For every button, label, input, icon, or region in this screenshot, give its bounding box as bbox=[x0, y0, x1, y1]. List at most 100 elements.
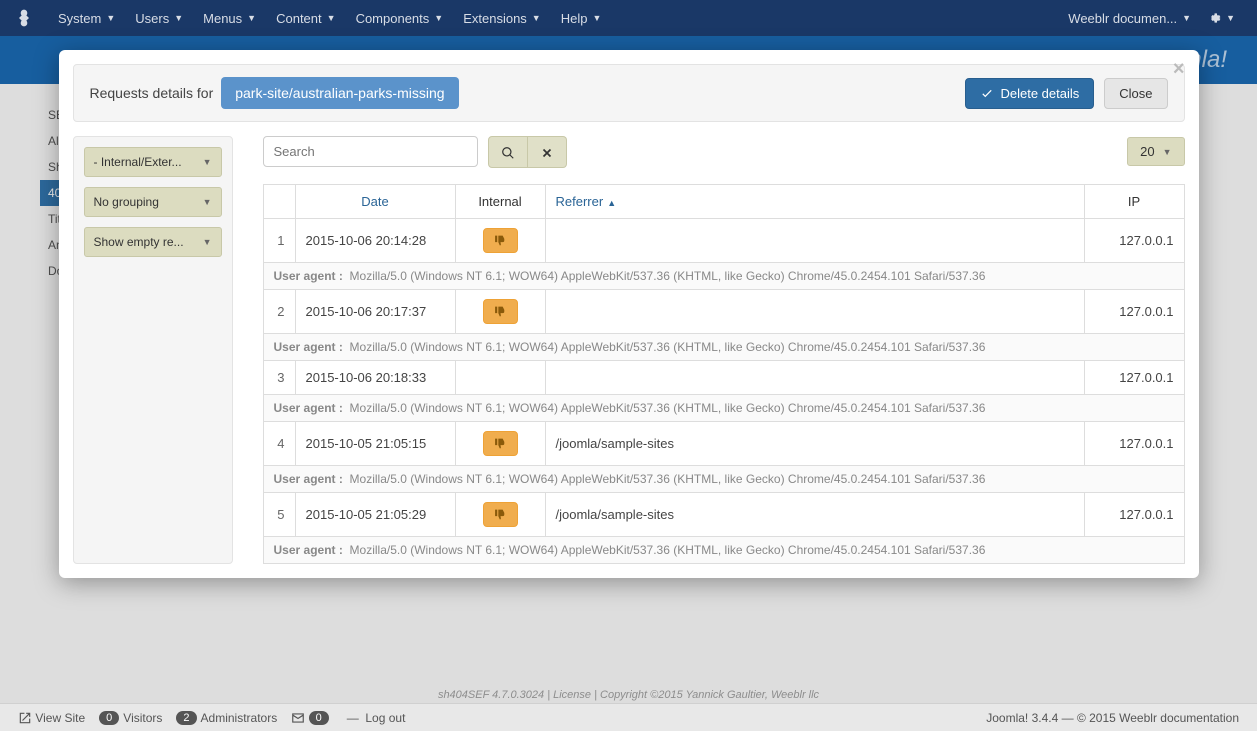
close-button[interactable]: Close bbox=[1104, 78, 1167, 109]
ua-value: Mozilla/5.0 (Windows NT 6.1; WOW64) Appl… bbox=[350, 340, 986, 354]
row-index: 3 bbox=[263, 360, 295, 394]
nav-item-label: Content bbox=[276, 11, 322, 26]
table-row: 42015-10-05 21:05:15/joomla/sample-sites… bbox=[263, 421, 1184, 465]
nav-item-content[interactable]: Content▼ bbox=[266, 0, 345, 36]
caret-icon: ▼ bbox=[592, 13, 601, 23]
caret-icon: ▼ bbox=[1182, 13, 1191, 23]
logout-label: Log out bbox=[365, 711, 405, 725]
nav-item-menus[interactable]: Menus▼ bbox=[193, 0, 266, 36]
messages-link[interactable]: 0 bbox=[291, 711, 332, 725]
chevron-down-icon: ▼ bbox=[203, 157, 212, 167]
row-ip: 127.0.0.1 bbox=[1084, 421, 1184, 465]
row-ip: 127.0.0.1 bbox=[1084, 218, 1184, 262]
row-internal bbox=[455, 492, 545, 536]
clear-search-button[interactable] bbox=[528, 136, 567, 168]
caret-icon: ▼ bbox=[532, 13, 541, 23]
chevron-down-icon: ▼ bbox=[1163, 147, 1172, 157]
row-date: 2015-10-06 20:17:37 bbox=[295, 289, 455, 333]
thumbs-down-button[interactable] bbox=[483, 228, 518, 253]
col-date[interactable]: Date bbox=[295, 184, 455, 218]
table-row: 52015-10-05 21:05:29/joomla/sample-sites… bbox=[263, 492, 1184, 536]
nav-item-label: Help bbox=[561, 11, 588, 26]
view-site-link[interactable]: View Site bbox=[18, 711, 85, 725]
ua-value: Mozilla/5.0 (Windows NT 6.1; WOW64) Appl… bbox=[350, 401, 986, 415]
nav-item-help[interactable]: Help ▼ bbox=[551, 0, 612, 36]
nav-item-label: Components bbox=[356, 11, 430, 26]
joomla-version: Joomla! 3.4.4 — © 2015 Weeblr documentat… bbox=[986, 711, 1239, 725]
thumbs-down-button[interactable] bbox=[483, 502, 518, 527]
gear-menu[interactable]: ▼ bbox=[1199, 0, 1243, 36]
row-date: 2015-10-06 20:14:28 bbox=[295, 218, 455, 262]
page-size-select[interactable]: 20 ▼ bbox=[1127, 137, 1184, 166]
ua-value: Mozilla/5.0 (Windows NT 6.1; WOW64) Appl… bbox=[350, 543, 986, 557]
filter-grouping[interactable]: No grouping ▼ bbox=[84, 187, 222, 217]
ua-label: User agent : bbox=[274, 340, 343, 354]
view-site-label: View Site bbox=[35, 711, 85, 725]
filter-sidebar: - Internal/Exter... ▼ No grouping ▼ Show… bbox=[73, 136, 233, 564]
delete-details-button[interactable]: Delete details bbox=[965, 78, 1094, 109]
user-agent-row: User agent : Mozilla/5.0 (Windows NT 6.1… bbox=[263, 394, 1184, 421]
nav-item-label: System bbox=[58, 11, 101, 26]
gear-icon bbox=[1207, 11, 1221, 25]
nav-item-label: Extensions bbox=[463, 11, 527, 26]
thumbs-down-button[interactable] bbox=[483, 299, 518, 324]
table-row: 32015-10-06 20:18:33127.0.0.1 bbox=[263, 360, 1184, 394]
filter-label: No grouping bbox=[94, 195, 159, 209]
ua-label: User agent : bbox=[274, 269, 343, 283]
caret-icon: ▼ bbox=[434, 13, 443, 23]
nav-item-extensions[interactable]: Extensions ▼ bbox=[453, 0, 551, 36]
col-ip[interactable]: IP bbox=[1084, 184, 1184, 218]
row-ip: 127.0.0.1 bbox=[1084, 289, 1184, 333]
badge: 0 bbox=[309, 711, 329, 725]
search-input[interactable] bbox=[263, 136, 478, 167]
url-badge: park-site/australian-parks-missing bbox=[221, 77, 458, 109]
delete-details-label: Delete details bbox=[1000, 86, 1079, 101]
ua-label: User agent : bbox=[274, 543, 343, 557]
col-internal[interactable]: Internal bbox=[455, 184, 545, 218]
nav-item-system[interactable]: System▼ bbox=[48, 0, 125, 36]
search-icon bbox=[501, 146, 515, 160]
ua-value: Mozilla/5.0 (Windows NT 6.1; WOW64) Appl… bbox=[350, 472, 986, 486]
thumbs-down-button[interactable] bbox=[483, 431, 518, 456]
envelope-icon bbox=[291, 711, 305, 725]
badge: 2 bbox=[176, 711, 196, 725]
visitors-count[interactable]: 0Visitors bbox=[99, 711, 162, 725]
nav-site-link[interactable]: Weeblr documen...▼ bbox=[1060, 0, 1199, 36]
caret-icon: ▼ bbox=[174, 13, 183, 23]
page-size-value: 20 bbox=[1140, 144, 1154, 159]
row-referrer: /joomla/sample-sites bbox=[545, 492, 1084, 536]
user-agent-row: User agent : Mozilla/5.0 (Windows NT 6.1… bbox=[263, 465, 1184, 492]
row-ip: 127.0.0.1 bbox=[1084, 492, 1184, 536]
caret-icon: ▼ bbox=[1226, 13, 1235, 23]
modal-overlay: × Requests details for park-site/austral… bbox=[0, 36, 1257, 703]
row-index: 1 bbox=[263, 218, 295, 262]
row-date: 2015-10-05 21:05:29 bbox=[295, 492, 455, 536]
external-icon bbox=[18, 711, 32, 725]
sort-asc-icon: ▲ bbox=[607, 198, 616, 208]
close-icon[interactable]: × bbox=[1173, 58, 1185, 81]
ua-label: User agent : bbox=[274, 472, 343, 486]
admins-count[interactable]: 2Administrators bbox=[176, 711, 277, 725]
modal-title-prefix: Requests details for bbox=[90, 85, 214, 101]
joomla-logo-icon[interactable] bbox=[14, 8, 34, 28]
nav-item-label: Users bbox=[135, 11, 169, 26]
user-agent-row: User agent : Mozilla/5.0 (Windows NT 6.1… bbox=[263, 262, 1184, 289]
col-referrer[interactable]: Referrer▲ bbox=[545, 184, 1084, 218]
row-index: 4 bbox=[263, 421, 295, 465]
row-date: 2015-10-05 21:05:15 bbox=[295, 421, 455, 465]
logout-link[interactable]: — Log out bbox=[347, 711, 406, 725]
nav-item-users[interactable]: Users ▼ bbox=[125, 0, 193, 36]
ua-label: User agent : bbox=[274, 401, 343, 415]
row-index: 2 bbox=[263, 289, 295, 333]
filter-show-empty[interactable]: Show empty re... ▼ bbox=[84, 227, 222, 257]
requests-table: Date Internal Referrer▲ IP 12015-10-06 2… bbox=[263, 184, 1185, 564]
search-button[interactable] bbox=[488, 136, 528, 168]
user-agent-row: User agent : Mozilla/5.0 (Windows NT 6.1… bbox=[263, 536, 1184, 563]
row-referrer bbox=[545, 360, 1084, 394]
modal-header: Requests details for park-site/australia… bbox=[73, 64, 1185, 122]
toolbar-row: 20 ▼ bbox=[263, 136, 1185, 168]
nav-item-components[interactable]: Components ▼ bbox=[346, 0, 454, 36]
filter-internal-external[interactable]: - Internal/Exter... ▼ bbox=[84, 147, 222, 177]
col-referrer-label: Referrer bbox=[556, 194, 604, 209]
search-button-group bbox=[488, 136, 567, 168]
